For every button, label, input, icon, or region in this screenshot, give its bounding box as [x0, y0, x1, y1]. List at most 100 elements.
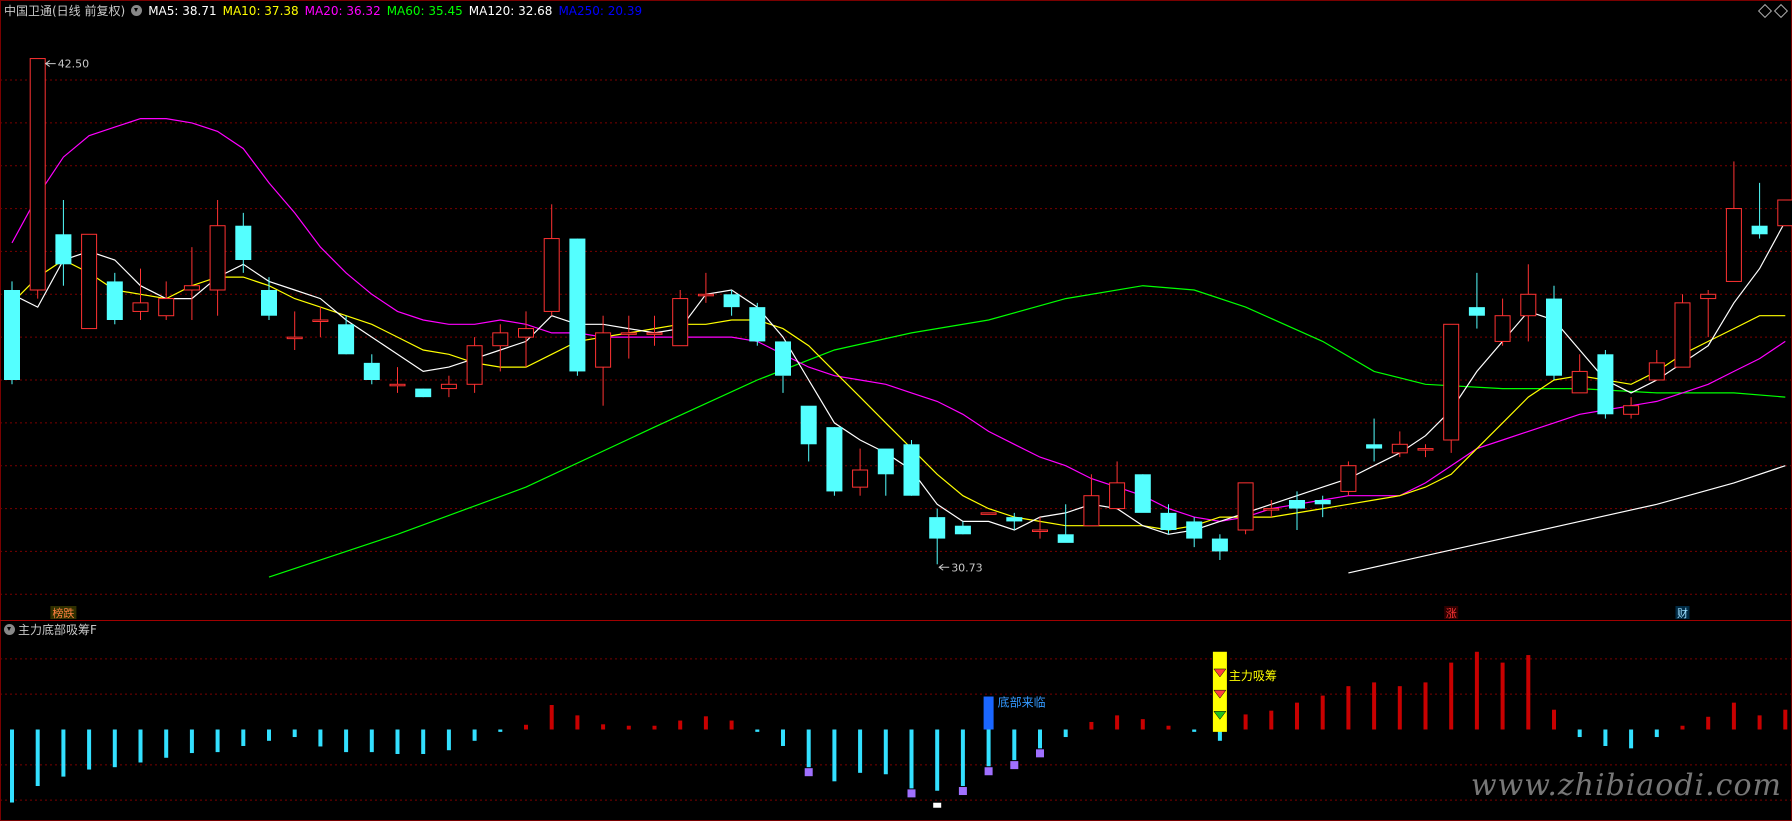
absorb-signal-label: 主力吸筹 [1229, 669, 1277, 683]
indicator-bar [729, 720, 734, 730]
candle [4, 281, 20, 385]
indicator-bar [1192, 729, 1197, 732]
candle-body [1700, 293, 1717, 300]
indicator-bar [1629, 729, 1634, 749]
candle-body [235, 225, 252, 260]
candle [1391, 431, 1408, 458]
indicator-bar [678, 720, 683, 730]
candle [286, 311, 303, 350]
candle-body [954, 525, 971, 535]
candle-body [1674, 302, 1691, 368]
event-label: 涨 [1446, 607, 1457, 620]
candle [415, 388, 432, 398]
candle [1211, 534, 1228, 560]
candle [363, 354, 380, 385]
indicator-bar [1269, 710, 1274, 730]
candle-body [1083, 495, 1100, 527]
indicator-header: 主力底部吸筹F [4, 621, 97, 639]
low-arrow [938, 563, 950, 571]
candle-body [980, 512, 997, 515]
candle-body [1494, 315, 1511, 342]
indicator-bar [421, 729, 426, 754]
indicator-bar [883, 729, 888, 775]
indicator-bar [1295, 702, 1299, 730]
candle [466, 337, 483, 393]
purple-signal-mark [907, 789, 916, 798]
candle-body [1520, 293, 1537, 317]
indicator-bar [1577, 729, 1582, 738]
indicator-bar [344, 729, 349, 753]
candle-body [1366, 444, 1383, 449]
candle [106, 272, 123, 325]
candle [1648, 350, 1665, 381]
candle-body [903, 444, 920, 496]
candle-body [338, 324, 355, 355]
indicator-bar [1449, 662, 1454, 730]
indicator-bar [369, 729, 374, 753]
kline-chart[interactable]: 42.50 30.73 榜跌 涨 财底部来临 主力吸筹 [0, 0, 1792, 821]
candle-body [518, 328, 534, 338]
candle-body [1597, 354, 1614, 415]
indicator-bar [1603, 729, 1608, 746]
candle [55, 200, 72, 286]
indicator-bar [755, 729, 760, 732]
indicator-bar [1038, 729, 1042, 749]
indicator-bar [267, 729, 271, 741]
candle [1366, 418, 1383, 462]
candle-body [1648, 362, 1665, 381]
indicator-bar [189, 729, 194, 754]
event-label: 榜跌 [52, 606, 74, 620]
candle-body [1777, 199, 1792, 227]
candle-body [4, 290, 20, 380]
indicator-bar [806, 729, 811, 768]
candle [1494, 298, 1511, 346]
candle-body [29, 58, 46, 291]
candle [903, 440, 920, 496]
indicator-bar [241, 729, 246, 746]
indicator-bar [1654, 729, 1659, 738]
candle [595, 315, 612, 406]
purple-signal-mark [804, 768, 813, 777]
candle-body [800, 405, 817, 445]
candle-body [1391, 443, 1408, 454]
candle-body [672, 298, 689, 347]
candle [672, 290, 689, 347]
indicator-bar [832, 729, 837, 782]
candle [775, 341, 791, 393]
candle-body [492, 332, 509, 347]
candle [1623, 397, 1640, 419]
indicator-bar [1500, 662, 1505, 730]
indicator-bar [935, 729, 940, 791]
indicator-bar [1526, 655, 1531, 730]
candle [1134, 474, 1151, 513]
candle-body [106, 281, 123, 320]
candle-body [1237, 482, 1254, 531]
purple-signal-mark [1010, 761, 1019, 770]
indicator-bar [1397, 686, 1402, 730]
indicator-bar [1731, 702, 1736, 730]
event-label: 财 [1677, 606, 1688, 620]
indicator-bar [524, 724, 528, 730]
chevron-down-icon[interactable] [4, 624, 15, 635]
candle-body [1134, 474, 1151, 513]
candle [1725, 161, 1742, 282]
indicator-bar [1474, 651, 1479, 730]
candle [1546, 285, 1562, 380]
candle [389, 367, 406, 393]
ma10-line [11, 259, 1786, 531]
indicator-bar [164, 729, 169, 758]
candle-body [363, 362, 380, 380]
candle [543, 204, 560, 316]
candle [749, 302, 766, 346]
indicator-bar [781, 729, 785, 746]
candle-body [1417, 448, 1434, 451]
candle [569, 238, 586, 376]
indicator-bar [626, 725, 631, 730]
candle-body [877, 448, 894, 475]
candle-body [646, 332, 663, 335]
bottom-signal-label: 底部来临 [998, 695, 1046, 710]
candle-body [1186, 521, 1203, 539]
candle-body [1443, 323, 1460, 441]
candle-body [852, 469, 869, 488]
indicator-bar [986, 729, 991, 767]
